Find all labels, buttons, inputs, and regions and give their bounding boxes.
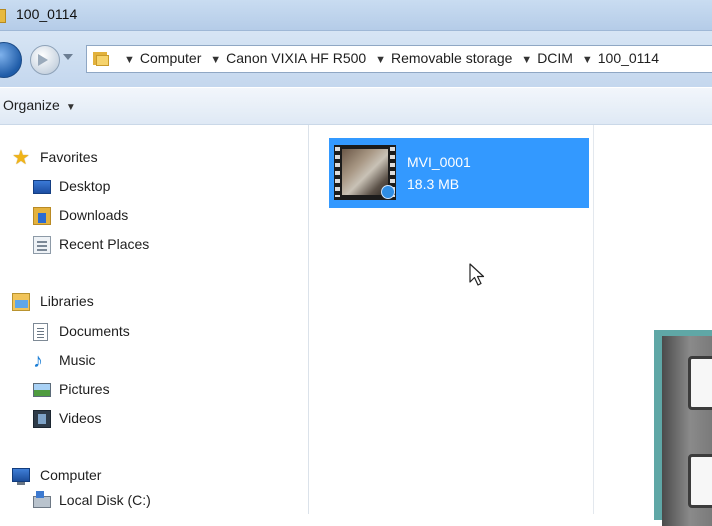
folder-icon bbox=[93, 50, 109, 66]
nav-item-label: Documents bbox=[59, 323, 130, 339]
crumb-current-folder[interactable]: 100_0114 bbox=[598, 50, 659, 66]
star-icon: ★ bbox=[12, 147, 30, 169]
recent-places-icon bbox=[33, 236, 51, 254]
videos-icon bbox=[33, 410, 51, 428]
back-button[interactable] bbox=[0, 42, 22, 78]
breadcrumb: ▼ Computer ▼ Canon VIXIA HF R500 ▼ Removabl… bbox=[119, 50, 659, 66]
computer-icon bbox=[12, 468, 30, 485]
chevron-down-icon[interactable]: ▼ bbox=[521, 54, 532, 66]
chevron-down-icon[interactable]: ▼ bbox=[124, 54, 135, 66]
organize-button[interactable]: Organize ▼ bbox=[3, 97, 76, 113]
nav-item-label: Recent Places bbox=[59, 236, 150, 252]
nav-item-label: Desktop bbox=[59, 178, 111, 194]
video-thumbnail-icon bbox=[334, 145, 396, 200]
chevron-down-icon: ▼ bbox=[65, 102, 76, 113]
documents-icon bbox=[33, 323, 48, 341]
nav-item-label: Music bbox=[59, 352, 96, 368]
file-list-pane[interactable]: MVI_0001 18.3 MB bbox=[309, 125, 592, 514]
nav-libraries-label: Libraries bbox=[40, 293, 94, 309]
nav-item-label: Videos bbox=[59, 410, 102, 426]
nav-favorites-label: Favorites bbox=[40, 149, 98, 165]
music-icon: ♪ bbox=[33, 350, 43, 372]
libraries-icon bbox=[12, 293, 30, 311]
chevron-down-icon[interactable]: ▼ bbox=[582, 54, 593, 66]
crumb-computer[interactable]: Computer bbox=[140, 50, 201, 66]
address-box[interactable]: ▼ Computer ▼ Canon VIXIA HF R500 ▼ Removabl… bbox=[86, 45, 712, 73]
recent-pages-dropdown[interactable] bbox=[63, 54, 73, 60]
downloads-icon bbox=[33, 207, 51, 225]
window-title: 100_0114 bbox=[16, 6, 78, 22]
address-bar: ▼ Computer ▼ Canon VIXIA HF R500 ▼ Removabl… bbox=[0, 31, 712, 87]
nav-item-label: Local Disk (C:) bbox=[59, 492, 151, 508]
chevron-down-icon[interactable]: ▼ bbox=[375, 54, 386, 66]
title-bar: 100_0114 bbox=[0, 0, 712, 31]
video-preview bbox=[654, 330, 712, 526]
arrow-right-icon bbox=[38, 54, 48, 66]
command-bar: Organize ▼ bbox=[0, 88, 712, 125]
crumb-dcim[interactable]: DCIM bbox=[537, 50, 573, 66]
crumb-removable-storage[interactable]: Removable storage bbox=[391, 50, 512, 66]
preview-pane bbox=[593, 125, 712, 526]
desktop-icon bbox=[33, 180, 51, 194]
folder-icon bbox=[0, 9, 6, 23]
forward-button[interactable] bbox=[30, 45, 60, 75]
navigation-pane: ★ Favorites Desktop Downloads Recent Pla… bbox=[0, 125, 309, 514]
nav-item-label: Downloads bbox=[59, 207, 129, 223]
nav-item-label: Pictures bbox=[59, 381, 110, 397]
play-badge-icon bbox=[381, 185, 395, 199]
chevron-down-icon[interactable]: ▼ bbox=[210, 54, 221, 66]
pictures-icon bbox=[33, 383, 51, 397]
file-item-selected[interactable]: MVI_0001 18.3 MB bbox=[329, 138, 589, 208]
file-name: MVI_0001 bbox=[407, 154, 471, 170]
nav-computer-label: Computer bbox=[40, 467, 102, 483]
file-size: 18.3 MB bbox=[407, 176, 460, 192]
mouse-cursor-icon bbox=[469, 263, 485, 286]
organize-label: Organize bbox=[3, 97, 60, 113]
crumb-camera[interactable]: Canon VIXIA HF R500 bbox=[226, 50, 366, 66]
local-disk-icon bbox=[33, 491, 51, 508]
